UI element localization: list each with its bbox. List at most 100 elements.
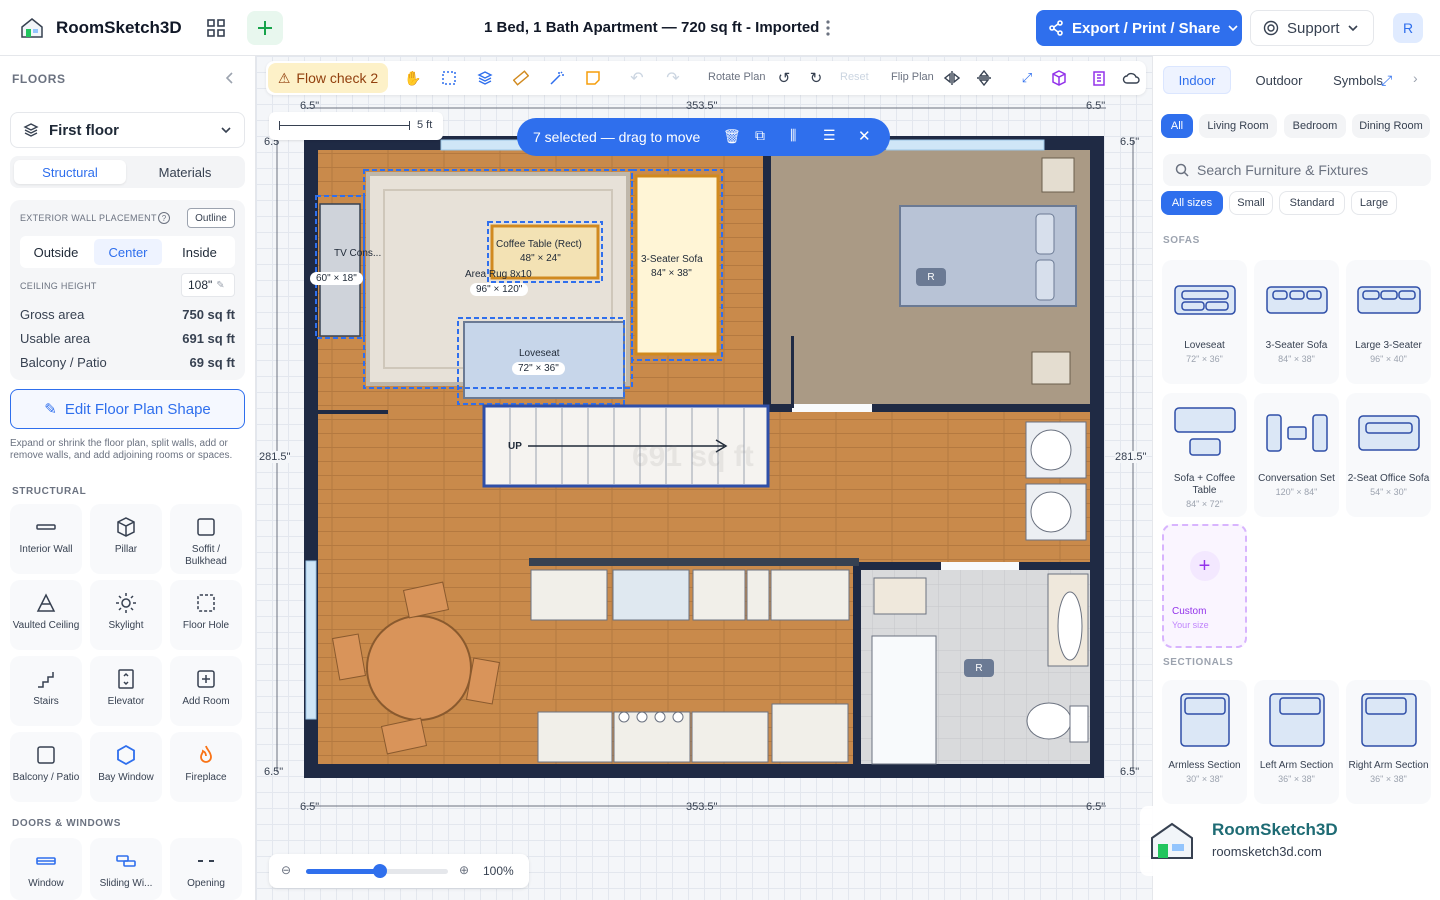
flip-horizontal-icon[interactable]	[942, 68, 962, 88]
tool-stairs[interactable]: Stairs	[10, 656, 82, 726]
tool-skylight[interactable]: Skylight	[90, 580, 162, 650]
toilet[interactable]	[1026, 702, 1072, 740]
reset-button[interactable]: Reset	[840, 71, 869, 83]
dim-bottom[interactable]: 353.5"	[686, 801, 717, 813]
outline-button[interactable]: Outline	[187, 208, 235, 228]
chevron-right-icon[interactable]: ›	[1413, 70, 1418, 86]
room-filter-dining-room[interactable]: Dining Room	[1352, 114, 1430, 138]
loveseat[interactable]	[463, 321, 625, 399]
export-button[interactable]: Export / Print / Share	[1036, 10, 1242, 46]
magic-wand-icon[interactable]	[547, 68, 567, 88]
floor-select[interactable]: First floor	[10, 112, 245, 148]
ruler-icon[interactable]	[511, 68, 531, 88]
building-icon[interactable]	[1089, 68, 1109, 88]
tool-fireplace[interactable]: Fireplace	[170, 732, 242, 802]
rotate-right-icon[interactable]: ↻	[806, 68, 826, 88]
lower-kitchen-cabinets[interactable]	[537, 703, 849, 763]
dining-table[interactable]	[366, 615, 472, 721]
tab-structural[interactable]: Structural	[14, 160, 126, 184]
size-filter-standard[interactable]: Standard	[1279, 191, 1345, 215]
tool-window[interactable]: Window	[10, 838, 82, 900]
expand-icon[interactable]: ⤢	[1381, 72, 1392, 89]
three-seater-sofa[interactable]	[634, 174, 720, 356]
wall-option-center[interactable]: Center	[94, 239, 162, 265]
plan-canvas[interactable]: 6.5" 353.5" 6.5" 6.5" 6.5" 281.5" 281.5"…	[256, 56, 1152, 900]
zoom-in-icon[interactable]: ⊕	[459, 863, 469, 877]
bath-vanity[interactable]	[873, 577, 927, 615]
catalog-item-custom[interactable]: + Custom Your size	[1162, 524, 1247, 648]
size-filter-all[interactable]: All sizes	[1161, 191, 1223, 215]
catalog-item-left-arm-section[interactable]: Left Arm Section 36" × 38"	[1254, 680, 1339, 804]
app-logo-icon[interactable]	[18, 14, 46, 42]
user-avatar[interactable]: R	[1393, 13, 1423, 43]
view-3d-cube-icon[interactable]	[1049, 68, 1069, 88]
redo-icon[interactable]: ↷	[663, 68, 683, 88]
align-vertical-icon[interactable]: ☰	[823, 127, 836, 144]
new-plan-plus-icon[interactable]	[247, 11, 283, 45]
tool-floor-hole[interactable]: Floor Hole	[170, 580, 242, 650]
floor-plan-drawing[interactable]	[256, 56, 1152, 900]
document-title[interactable]: 1 Bed, 1 Bath Apartment — 720 sq ft - Im…	[484, 19, 819, 36]
rotate-left-icon[interactable]: ↺	[774, 68, 794, 88]
room-filter-all[interactable]: All	[1161, 114, 1193, 138]
catalog-item-office-sofa[interactable]: 2-Seat Office Sofa 54" × 30"	[1346, 393, 1431, 517]
bath-tag[interactable]: R	[964, 659, 994, 677]
catalog-item-armless-section[interactable]: Armless Section 30" × 38"	[1162, 680, 1247, 804]
duplicate-icon[interactable]: ⧉	[755, 127, 765, 144]
fit-screen-icon[interactable]: ⤢	[1017, 68, 1037, 88]
dim-right[interactable]: 281.5"	[1115, 451, 1147, 463]
edit-floor-plan-shape-button[interactable]: ✎ Edit Floor Plan Shape	[10, 389, 245, 429]
dim-left[interactable]: 281.5"	[259, 451, 291, 463]
bathtub[interactable]	[871, 635, 937, 765]
tab-outdoor[interactable]: Outdoor	[1239, 66, 1319, 94]
size-filter-large[interactable]: Large	[1351, 191, 1397, 215]
align-horizontal-icon[interactable]: ⫼	[790, 127, 796, 144]
note-icon[interactable]	[583, 68, 603, 88]
close-icon[interactable]: ✕	[858, 127, 871, 145]
size-filter-small[interactable]: Small	[1229, 191, 1273, 215]
wall-option-outside[interactable]: Outside	[20, 236, 92, 268]
catalog-item-right-arm-section[interactable]: Right Arm Section 36" × 38"	[1346, 680, 1431, 804]
tool-add-room[interactable]: Add Room	[170, 656, 242, 726]
tool-vaulted-ceiling[interactable]: Vaulted Ceiling	[10, 580, 82, 650]
catalog-item-loveseat[interactable]: Loveseat 72" × 36"	[1162, 260, 1247, 384]
cloud-icon[interactable]	[1121, 68, 1141, 88]
catalog-item-conversation-set[interactable]: Conversation Set 120" × 84"	[1254, 393, 1339, 517]
zoom-slider[interactable]	[306, 864, 448, 878]
zoom-out-icon[interactable]: ⊖	[281, 863, 291, 877]
tool-soffit[interactable]: Soffit / Bulkhead	[170, 504, 242, 574]
tool-elevator[interactable]: Elevator	[90, 656, 162, 726]
tab-indoor[interactable]: Indoor	[1163, 66, 1231, 94]
catalog-item-three-seater-sofa[interactable]: 3-Seater Sofa 84" × 38"	[1254, 260, 1339, 384]
catalog-item-large-three-seater[interactable]: Large 3-Seater 96" × 40"	[1346, 260, 1431, 384]
collapse-panel-chevron-left-icon[interactable]	[220, 68, 240, 88]
support-button[interactable]: Support	[1250, 10, 1374, 46]
ceiling-height-input[interactable]: 108" ✎	[181, 273, 235, 297]
flip-vertical-icon[interactable]	[974, 68, 994, 88]
tool-sliding-window[interactable]: Sliding Wi...	[90, 838, 162, 900]
delete-trash-icon[interactable]: 🗑	[723, 128, 741, 145]
tv-console[interactable]	[319, 203, 361, 337]
more-vertical-icon[interactable]	[818, 18, 838, 38]
wall-option-inside[interactable]: Inside	[164, 236, 235, 268]
help-icon[interactable]: ?	[158, 212, 170, 224]
room-filter-living-room[interactable]: Living Room	[1199, 114, 1277, 138]
zoom-slider-handle[interactable]	[372, 864, 387, 878]
undo-icon[interactable]: ↶	[627, 68, 647, 88]
tool-balcony[interactable]: Balcony / Patio	[10, 732, 82, 802]
dim-top[interactable]: 353.5"	[686, 100, 717, 112]
flow-check-button[interactable]: ⚠ Flow check 2	[268, 63, 388, 93]
tab-materials[interactable]: Materials	[129, 160, 241, 184]
tool-pillar[interactable]: Pillar	[90, 504, 162, 574]
tool-opening[interactable]: Opening	[170, 838, 242, 900]
bed-tag[interactable]: R	[916, 268, 946, 286]
tool-interior-wall[interactable]: Interior Wall	[10, 504, 82, 574]
dashboard-grid-icon[interactable]	[200, 12, 232, 44]
select-area-icon[interactable]	[439, 68, 459, 88]
pan-hand-icon[interactable]: ✋	[403, 68, 423, 88]
catalog-item-sofa-coffee-table[interactable]: Sofa + Coffee Table 84" × 72"	[1162, 393, 1247, 517]
tool-bay-window[interactable]: Bay Window	[90, 732, 162, 802]
layers-icon[interactable]	[475, 68, 495, 88]
room-filter-bedroom[interactable]: Bedroom	[1284, 114, 1346, 138]
furniture-search-input[interactable]: Search Furniture & Fixtures	[1163, 154, 1431, 186]
